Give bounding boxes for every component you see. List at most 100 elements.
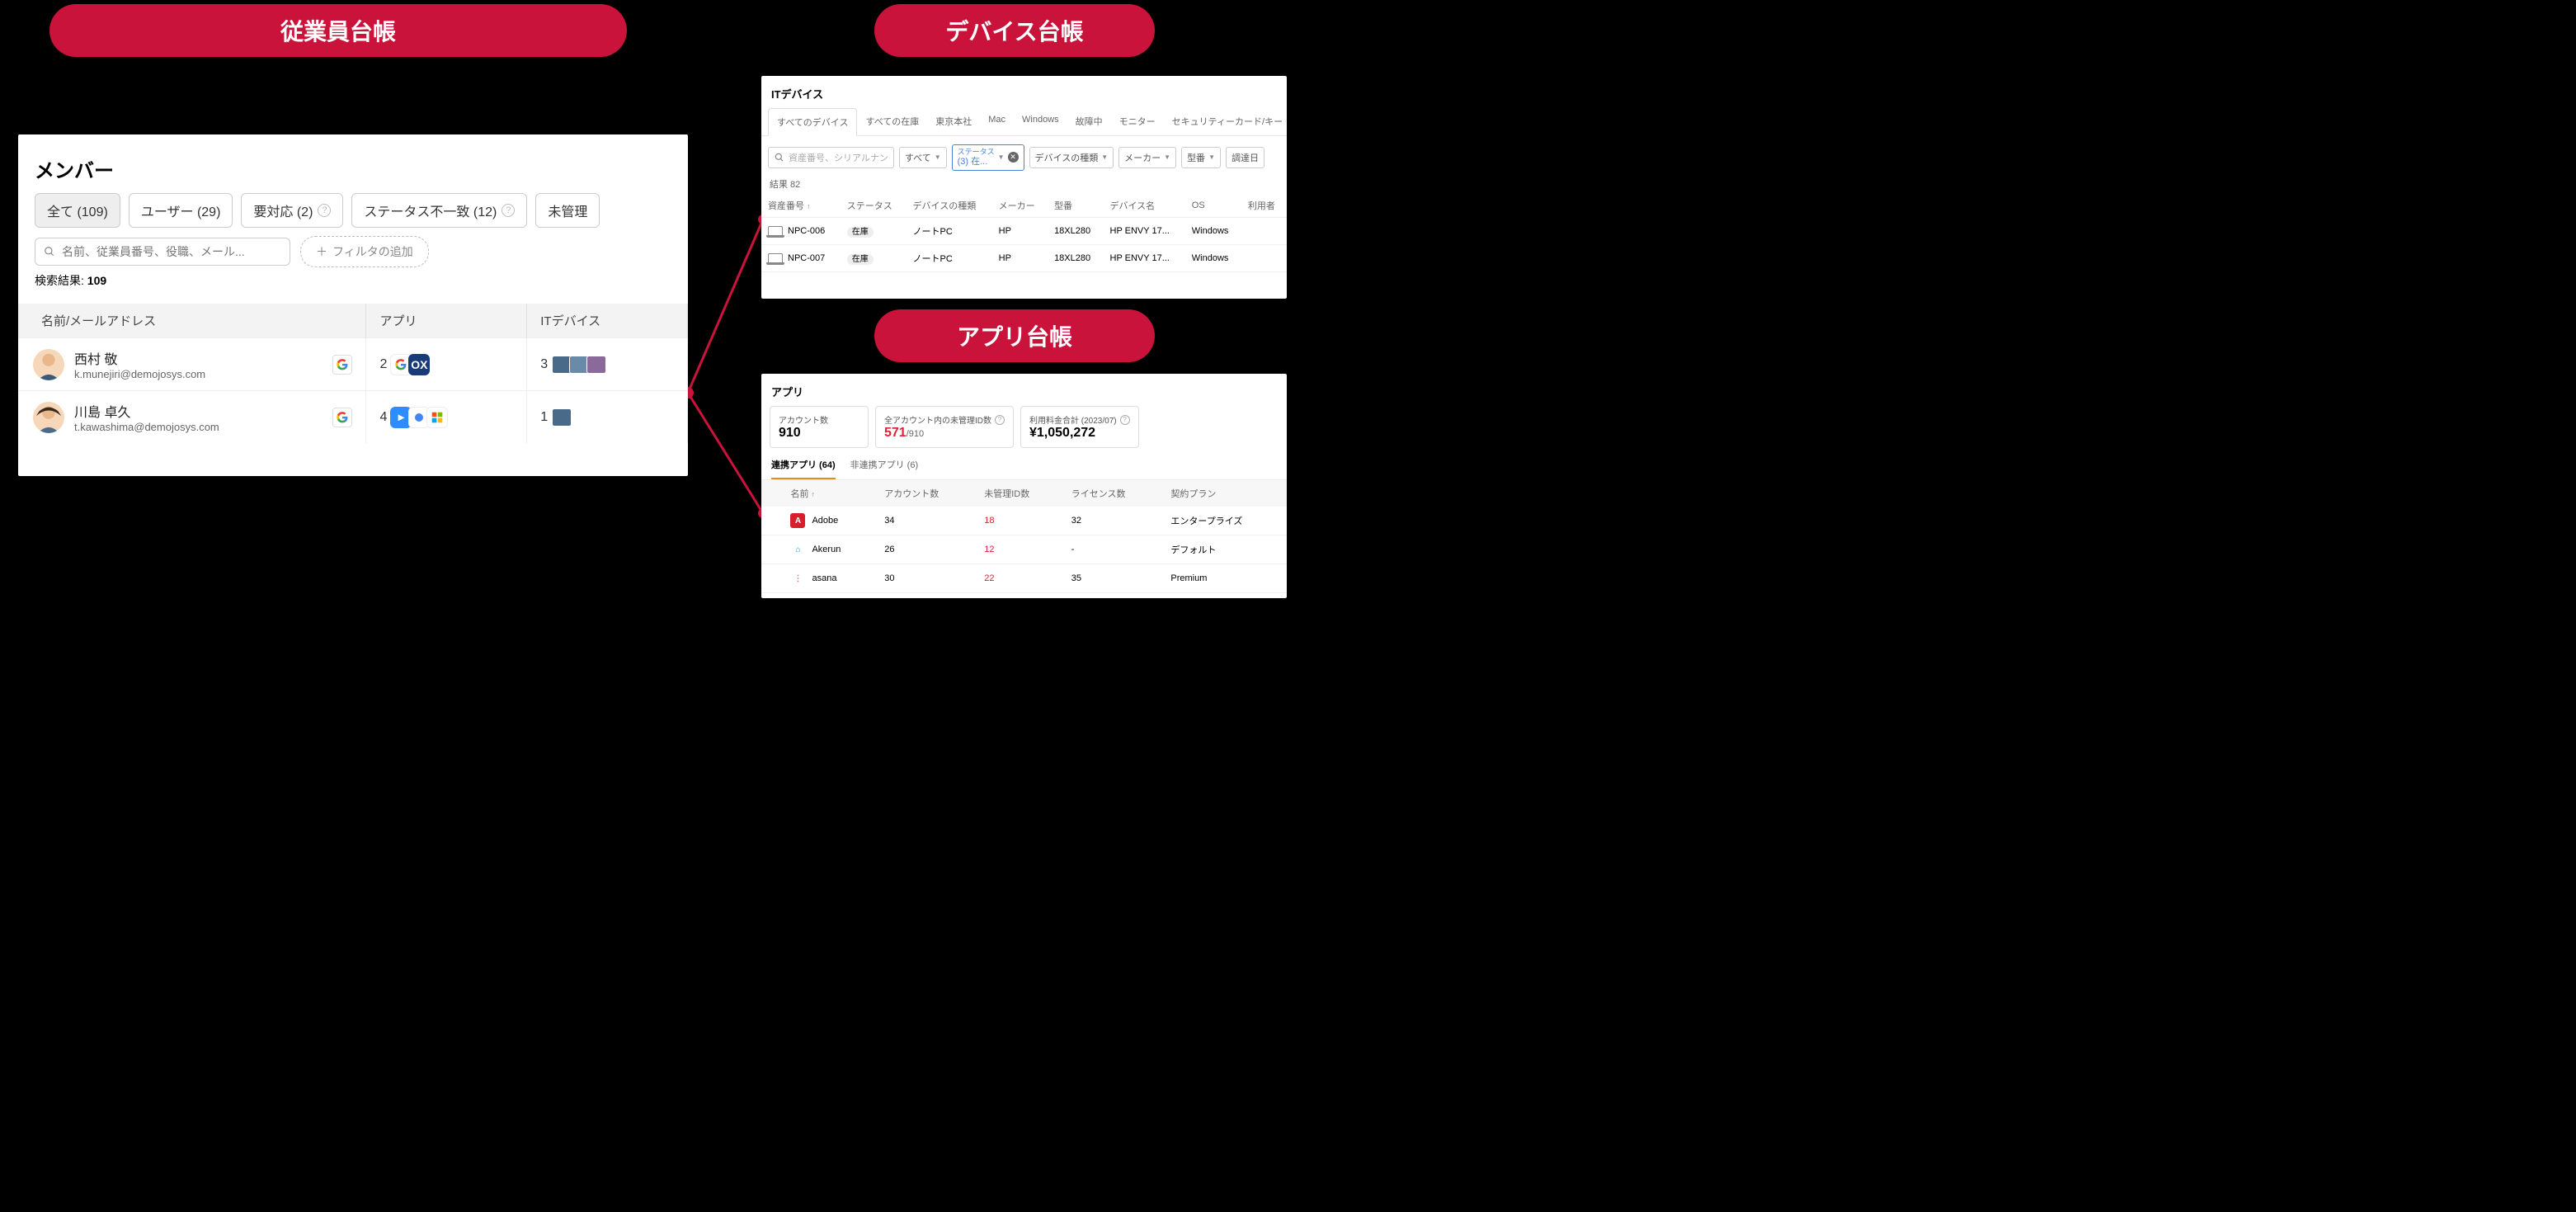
app-logo-icon: ⌂ [790,542,805,557]
card-cost: 利用料金合計 (2023/07)? ¥1,050,272 [1020,406,1139,448]
app-unmanaged: 12 [976,535,1063,564]
tab-users[interactable]: ユーザー (29) [129,193,233,228]
dtab-all[interactable]: すべてのデバイス [768,108,857,136]
members-search[interactable] [35,238,290,266]
col-devname[interactable]: デバイス名 [1104,194,1185,218]
help-icon[interactable]: ? [995,415,1005,425]
col-user[interactable]: 利用者 [1241,194,1287,218]
chevron-down-icon: ▼ [998,153,1005,161]
member-email: t.kawashima@demojosys.com [74,421,219,433]
tab-unlinked-apps[interactable]: 非連携アプリ (6) [850,458,919,479]
app-row[interactable]: AAdobe 34 18 32 エンタープライズ [761,507,1287,535]
filter-devtype[interactable]: デバイスの種類▼ [1029,147,1114,168]
app-count: 4 [379,410,387,425]
app-icons[interactable]: OX [393,354,430,375]
member-row[interactable]: 川島 卓久t.kawashima@demojosys.com 4 ▸ 1 [18,391,688,444]
member-email: k.munejiri@demojosys.com [74,368,205,380]
col-plan[interactable]: 契約プラン [1162,480,1287,507]
app-row[interactable]: ⋮asana 30 22 35 Premium [761,564,1287,593]
col-devtype[interactable]: デバイスの種類 [907,194,992,218]
app-plan: エンタープライズ [1162,507,1287,535]
device-search[interactable]: 資産番号、シリアルナン [768,147,894,168]
device-count: 1 [540,410,548,425]
plus-icon: ＋ [316,243,327,260]
col-name[interactable]: 名前/メールアドレス [18,304,366,338]
col-licenses[interactable]: ライセンス数 [1063,480,1163,507]
members-search-input[interactable] [62,245,281,258]
filter-date[interactable]: 調達日 [1226,147,1264,168]
app-licenses: - [1063,535,1163,564]
col-asset[interactable]: 資産番号 ↑ [761,194,841,218]
avatar [33,349,64,380]
app-plan: デフォルト [1162,535,1287,564]
google-icon [332,355,352,375]
col-status[interactable]: ステータス [841,194,907,218]
device-thumbs[interactable] [554,356,606,374]
col-maker[interactable]: メーカー [992,194,1048,218]
member-name[interactable]: 川島 卓久 [74,401,219,421]
chevron-down-icon: ▼ [1208,153,1215,161]
filter-status[interactable]: ステータス(3) 在... ▼ ✕ [952,144,1024,171]
laptop-icon [768,226,783,236]
app-logo-icon: A [790,513,805,528]
device-row[interactable]: NPC-007 在庫 ノートPCHP18XL280HP ENVY 17...Wi… [761,244,1287,271]
status-badge: 在庫 [847,254,874,265]
member-name[interactable]: 西村 敬 [74,348,205,368]
status-badge: 在庫 [847,227,874,238]
app-unmanaged: 22 [976,564,1063,593]
help-icon[interactable]: ? [318,204,331,217]
device-row[interactable]: NPC-006 在庫 ノートPCHP18XL280HP ENVY 17...Wi… [761,217,1287,244]
app-plan: Premium [1162,564,1287,593]
help-icon[interactable]: ? [1120,415,1130,425]
app-row[interactable]: ⌂ Akerun 26 12 - デフォルト [761,535,1287,564]
col-device[interactable]: ITデバイス [527,304,688,338]
devices-panel: ITデバイス すべてのデバイス すべての在庫 東京本社 Mac Windows … [761,76,1287,299]
tab-action-needed[interactable]: 要対応 (2)? [241,193,343,228]
app-name: Adobe [812,516,838,526]
tab-all[interactable]: 全て (109) [35,193,120,228]
dtab-broken[interactable]: 故障中 [1067,108,1111,135]
app-accounts: 26 [876,535,976,564]
search-icon [774,152,785,163]
app-count: 2 [379,357,387,372]
devices-title: ITデバイス [761,76,1287,108]
tab-status-mismatch[interactable]: ステータス不一致 (12)? [351,193,527,228]
filter-model[interactable]: 型番 ▼ [1181,147,1221,168]
ox-icon: OX [408,354,430,375]
app-name: Akerun [812,545,841,554]
laptop-icon [768,253,783,263]
app-licenses: 32 [1063,507,1163,535]
col-unmanaged[interactable]: 未管理ID数 [976,480,1063,507]
app-logo-icon: ⋮ [790,571,805,586]
filter-maker[interactable]: メーカー ▼ [1118,147,1176,168]
col-appname[interactable]: 名前 ↑ [782,480,876,507]
dtab-monitor[interactable]: モニター [1111,108,1164,135]
apps-ledger-badge: アプリ台帳 [874,309,1155,362]
col-app[interactable]: アプリ [366,304,527,338]
app-accounts: 30 [876,564,976,593]
device-result-count: 結果 82 [761,174,1287,194]
result-count: 検索結果: 109 [18,272,688,289]
members-title: メンバー [18,134,688,193]
tab-linked-apps[interactable]: 連携アプリ (64) [771,458,836,479]
dtab-seccard[interactable]: セキュリティーカード/キー [1164,108,1287,135]
tab-unmanaged[interactable]: 未管理 [535,193,600,228]
col-os[interactable]: OS [1185,194,1241,218]
app-name: asana [812,573,836,583]
sort-up-icon: ↑ [812,490,816,498]
col-accounts[interactable]: アカウント数 [876,480,976,507]
dtab-tokyo[interactable]: 東京本社 [927,108,980,135]
col-model[interactable]: 型番 [1048,194,1103,218]
google-icon [332,408,352,427]
help-icon[interactable]: ? [502,204,515,217]
dtab-mac[interactable]: Mac [980,108,1014,135]
dtab-stock[interactable]: すべての在庫 [857,108,927,135]
dtab-windows[interactable]: Windows [1014,108,1067,135]
add-filter-button[interactable]: ＋フィルタの追加 [300,236,429,267]
chevron-down-icon: ▼ [1101,153,1108,161]
member-row[interactable]: 西村 敬k.munejiri@demojosys.com 2 OX 3 [18,338,688,391]
device-thumbs[interactable] [554,408,572,427]
filter-all[interactable]: すべて ▼ [899,147,947,168]
app-icons[interactable]: ▸ [393,407,448,428]
close-icon[interactable]: ✕ [1008,152,1019,163]
